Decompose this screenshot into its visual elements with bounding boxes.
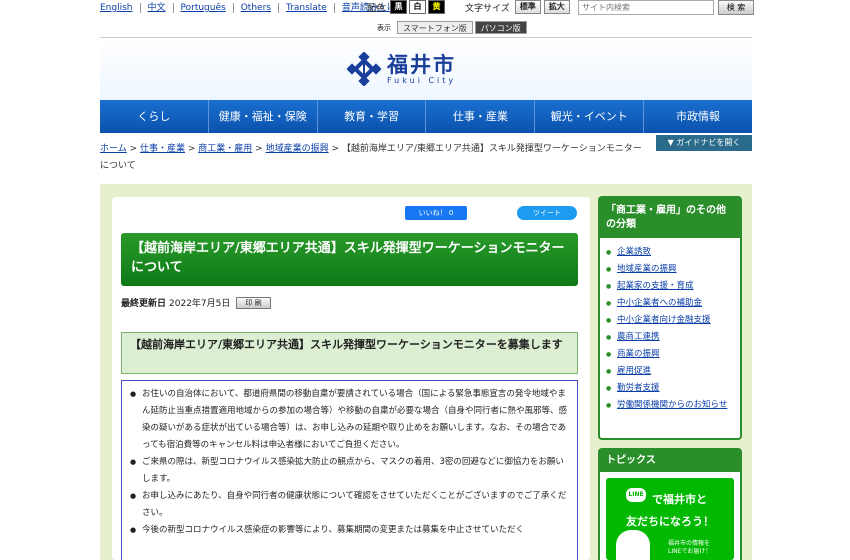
breadcrumb-work[interactable]: 仕事・産業 [140,144,185,154]
updated-label: 最終更新日 [121,299,167,309]
color-yellow-button[interactable]: 黄 [428,0,446,14]
lang-others-link[interactable]: Others [234,3,279,13]
notice-item: お住いの自治体において、都道府県間の移動自粛が要請されている場合（国による緊急事… [130,386,569,454]
topics-heading: トピックス [600,450,740,472]
gnav-health[interactable]: 健康・福祉・保険 [209,100,318,133]
guide-navi-button[interactable]: ▼ ガイドナビを開く [656,135,752,151]
breadcrumb-commerce[interactable]: 商工業・雇用 [198,144,252,154]
logo-text-en: Fukui City [387,75,457,85]
global-nav: くらし 健康・福祉・保険 教育・学習 仕事・産業 観光・イベント 市政情報 [100,100,752,133]
translate-link[interactable]: Translate [279,3,335,13]
line-friend-banner[interactable]: LINE で福井市と 友だちになろう！ 福井市の情報を LINEでお届け！ [606,478,734,560]
mascot-image [616,530,650,560]
sidebar-link[interactable]: 農商工連携 [617,332,660,342]
color-black-button[interactable]: 黒 [390,0,408,14]
utility-bar: English 中文 Português Others Translate 音声… [100,0,754,16]
tweet-button[interactable]: ツイート [517,206,577,220]
search-input[interactable] [578,0,714,15]
display-switch: 表示 スマートフォン版 パソコン版 [377,21,527,34]
search-button[interactable]: 検 索 [718,0,754,15]
notice-item: ご来県の際は、新型コロナウイルス感染拡大防止の観点から、マスクの着用、3密の回避… [130,454,569,488]
notice-box: お住いの自治体において、都道府県間の移動自粛が要請されている場合（国による緊急事… [121,380,578,560]
sidebar-link[interactable]: 起業家の支援・育成 [617,281,694,291]
color-label: 配色 [367,3,386,14]
sidebar-heading: 「商工業・雇用」のその他の分類 [600,198,740,238]
facebook-like-button[interactable]: いいね！ 0 [405,206,467,220]
language-links: English 中文 Português Others Translate 音声… [100,3,403,13]
fontsize-large-button[interactable]: 拡大 [543,0,570,14]
line-banner-line1: で福井市と [652,493,707,506]
smartphone-version-button[interactable]: スマートフォン版 [397,21,473,34]
line-banner-line3: 福井市の情報を LINEでお届け！ [668,540,712,555]
line-banner-line2: 友だちになろう！ [626,515,714,528]
pc-version-button[interactable]: パソコン版 [474,21,527,34]
gnav-city-info[interactable]: 市政情報 [644,100,752,133]
city-emblem-icon [347,52,381,86]
lang-portuguese-link[interactable]: Português [174,3,234,13]
color-scheme: 配色 黒 白 黄 [367,0,446,14]
lang-english-link[interactable]: English [100,3,141,13]
gnav-work[interactable]: 仕事・産業 [426,100,536,133]
fontsize-label: 文字サイズ [465,3,510,14]
display-label: 表示 [377,23,391,32]
gnav-tourism[interactable]: 観光・イベント [535,100,645,133]
site-logo[interactable]: 福井市 Fukui City [347,52,456,86]
gnav-living[interactable]: くらし [100,100,209,133]
sidebar-link[interactable]: 地域産業の振興 [617,264,677,274]
lang-chinese-link[interactable]: 中文 [141,3,174,13]
logo-text-jp: 福井市 [387,52,456,77]
sidebar-link[interactable]: 中小企業者向け金融支援 [617,315,711,325]
color-white-button[interactable]: 白 [409,0,427,14]
page-title: 【越前海岸エリア/東郷エリア共通】スキル発揮型ワーケーションモニターについて [121,233,578,286]
site-header: 福井市 Fukui City [100,37,752,100]
fontsize-standard-button[interactable]: 標準 [514,0,541,14]
breadcrumb-industry[interactable]: 地域産業の振興 [266,144,329,154]
updated-date: 2022年7月5日 [169,299,231,309]
sidebar-link[interactable]: 雇用促進 [617,366,651,376]
notice-item: 今後の新型コロナウイルス感染症の影響等により、募集期間の変更または募集を中止させ… [130,522,569,539]
breadcrumb: ホーム > 仕事・産業 > 商工業・雇用 > 地域産業の振興 > 【越前海岸エリ… [100,144,642,171]
category-sidebar: 「商工業・雇用」のその他の分類 企業誘致 地域産業の振興 起業家の支援・育成 中… [598,196,742,440]
section-heading: 【越前海岸エリア/東郷エリア共通】スキル発揮型ワーケーションモニターを募集します [121,332,578,374]
sidebar-link[interactable]: 中小企業者への補助金 [617,298,702,308]
gnav-education[interactable]: 教育・学習 [318,100,427,133]
sidebar-link[interactable]: 労働関係機関からのお知らせ [617,400,727,410]
last-updated: 最終更新日 2022年7月5日 印 刷 [121,296,271,309]
notice-item: お申し込みにあたり、自身や同行者の健康状態について確認をさせていただくことがござ… [130,488,569,522]
sidebar-link[interactable]: 勤労者支援 [617,383,660,393]
sidebar-link[interactable]: 企業誘致 [617,247,651,257]
font-size-controls: 文字サイズ 標準 拡大 [465,0,570,14]
breadcrumb-home[interactable]: ホーム [100,144,127,154]
site-search: 検 索 [578,0,754,15]
print-button[interactable]: 印 刷 [236,296,271,309]
sidebar-link[interactable]: 商業の振興 [617,349,660,359]
